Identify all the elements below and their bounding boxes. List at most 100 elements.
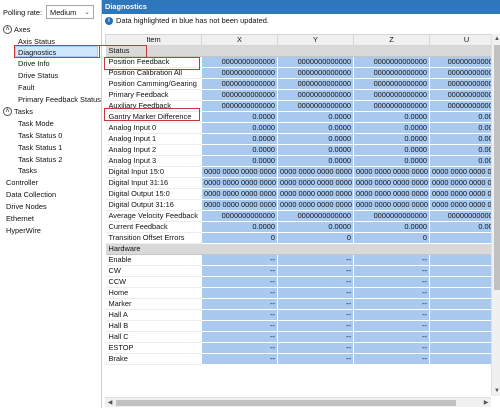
row-item-label: Gantry Marker Difference bbox=[105, 111, 202, 123]
polling-rate-select[interactable]: Medium ⌄ bbox=[46, 5, 95, 19]
table-row[interactable]: Hall C-------- bbox=[105, 331, 491, 343]
row-value-cell: -- bbox=[277, 254, 354, 266]
row-value-cell: 0000000000000 bbox=[429, 210, 491, 222]
table-row[interactable]: Primary Feedback 0000000000000 00000000000… bbox=[105, 89, 491, 101]
tree-item-task-status-0[interactable]: Task Status 0 bbox=[18, 130, 62, 141]
row-value-cell: -- bbox=[277, 320, 354, 332]
table-row[interactable]: Analog Input 00.00000.00000.00000.0000 bbox=[105, 122, 491, 134]
table-row[interactable]: Analog Input 20.00000.00000.00000.0000 bbox=[105, 144, 491, 156]
table-row[interactable]: Marker-------- bbox=[105, 298, 491, 310]
tree-item-ethernet[interactable]: Ethernet bbox=[6, 213, 34, 224]
horizontal-scroll-thumb[interactable] bbox=[116, 400, 456, 406]
scroll-left-icon[interactable]: ◀ bbox=[105, 398, 115, 408]
tree-item-task-status-1[interactable]: Task Status 1 bbox=[18, 142, 62, 153]
row-value-cell: 0.0000 bbox=[353, 133, 430, 145]
diagnostics-grid[interactable]: Item X Y Z U Status Position Feedback 00000000… bbox=[105, 34, 491, 396]
vertical-scrollbar[interactable]: ▲ ▼ bbox=[491, 34, 500, 396]
row-value-cell: -- bbox=[353, 254, 430, 266]
row-item-label: ESTOP bbox=[105, 342, 202, 354]
row-value-cell: 0.0000 bbox=[201, 111, 278, 123]
table-row[interactable]: Position Calibration All 0000000000000 000… bbox=[105, 67, 491, 79]
tree-item-controller[interactable]: Controller bbox=[6, 177, 38, 188]
tree-item-task-status-2[interactable]: Task Status 2 bbox=[18, 154, 62, 165]
table-row[interactable]: Current Feedback0.00000.00000.00000.0000 bbox=[105, 221, 491, 233]
row-value-cell: -- bbox=[353, 342, 430, 354]
row-value-cell: 0.0000 bbox=[277, 122, 354, 134]
table-row[interactable]: Home-------- bbox=[105, 287, 491, 299]
row-value-cell: 0000000000000 bbox=[277, 67, 354, 79]
tree-item-fault[interactable]: Fault bbox=[18, 82, 34, 93]
table-row[interactable]: Digital Input 15:0 0000 0000 0000 0000 000… bbox=[105, 166, 491, 178]
table-row[interactable]: CW-------- bbox=[105, 265, 491, 277]
table-body: Status Position Feedback 0000000000000 0000… bbox=[105, 45, 491, 365]
table-row[interactable]: Enable-------- bbox=[105, 254, 491, 266]
row-value-cell: 0000000000000 bbox=[201, 89, 278, 101]
table-row[interactable]: Hall B-------- bbox=[105, 320, 491, 332]
row-item-label: CCW bbox=[105, 276, 202, 288]
row-value-cell: 0000000000000 bbox=[429, 56, 491, 68]
row-value-cell: -- bbox=[201, 287, 278, 299]
scroll-up-icon[interactable]: ▲ bbox=[492, 34, 500, 44]
table-row[interactable]: Digital Output 15:0 0000 0000 0000 0000 00… bbox=[105, 188, 491, 200]
collapse-icon[interactable]: ˄ bbox=[3, 106, 12, 116]
tree-item-drive-status[interactable]: Drive Status bbox=[18, 70, 58, 81]
row-value-cell: 0.0000 bbox=[429, 133, 491, 145]
row-value-cell: 0000000000000 bbox=[429, 67, 491, 79]
row-value-cell: -- bbox=[201, 353, 278, 365]
row-value-cell: 0000000000000 bbox=[277, 89, 354, 101]
scroll-down-icon[interactable]: ▼ bbox=[492, 386, 500, 396]
table-row[interactable]: Position Feedback 0000000000000 0000000000… bbox=[105, 56, 491, 68]
table-row[interactable]: Digital Output 31:16 0000 0000 0000 0000 0… bbox=[105, 199, 491, 211]
table-row[interactable]: Digital Input 31:16 0000 0000 0000 0000 00… bbox=[105, 177, 491, 189]
tree-category-axes[interactable]: ˄ Axes bbox=[3, 24, 30, 35]
vertical-scroll-thumb[interactable] bbox=[494, 45, 500, 290]
row-item-label: Analog Input 0 bbox=[105, 122, 202, 134]
table-row[interactable]: Analog Input 30.00000.00000.00000.0000 bbox=[105, 155, 491, 167]
row-value-cell: 0.0000 bbox=[277, 111, 354, 123]
tree-item-task-mode[interactable]: Task Mode bbox=[18, 118, 54, 129]
tree-item-diagnostics[interactable]: Diagnostics bbox=[15, 46, 98, 57]
table-row[interactable]: Average Velocity Feedback 0000000000000 00… bbox=[105, 210, 491, 222]
navigation-panel: Polling rate: Medium ⌄ ˄ Axes Axis Status… bbox=[0, 0, 101, 408]
tree-item-data-collection[interactable]: Data Collection bbox=[6, 189, 56, 200]
column-header-axis[interactable]: Z bbox=[353, 34, 430, 46]
tree-item-tasks[interactable]: Tasks bbox=[18, 165, 37, 176]
row-value-cell: -- bbox=[429, 309, 491, 321]
row-value-cell: -- bbox=[277, 265, 354, 277]
table-row[interactable]: Gantry Marker Difference 0.0000 0.0000 0.00… bbox=[105, 111, 491, 123]
row-value-cell: 0000 0000 0000 0000 bbox=[429, 188, 491, 200]
tree-category-tasks[interactable]: ˄ Tasks bbox=[3, 106, 33, 117]
table-row[interactable]: ESTOP-------- bbox=[105, 342, 491, 354]
table-row[interactable]: Hall A-------- bbox=[105, 309, 491, 321]
row-value-cell: 0000000000000 bbox=[353, 78, 430, 90]
row-value-cell: 0.0000 bbox=[429, 111, 491, 123]
tree-item-hyperwire[interactable]: HyperWire bbox=[6, 225, 41, 236]
row-value-cell: 0.0000 bbox=[353, 144, 430, 156]
tree-item-drive-nodes[interactable]: Drive Nodes bbox=[6, 201, 47, 212]
section-header-row: Hardware bbox=[105, 243, 491, 255]
row-item-label: Average Velocity Feedback bbox=[105, 210, 202, 222]
tree-item-primary-feedback-status[interactable]: Primary Feedback Status bbox=[18, 94, 101, 105]
collapse-icon[interactable]: ˄ bbox=[3, 24, 12, 34]
row-item-label: Hall C bbox=[105, 331, 202, 343]
row-value-cell: 0000000000000 bbox=[429, 78, 491, 90]
row-value-cell: 0000 0000 0000 0000 bbox=[201, 188, 278, 200]
table-row[interactable]: Transition Offset Errors0000 bbox=[105, 232, 491, 244]
row-value-cell: 0000 0000 0000 0000 bbox=[353, 177, 430, 189]
column-header-axis[interactable]: U bbox=[429, 34, 491, 46]
table-row[interactable]: CCW-------- bbox=[105, 276, 491, 288]
table-row[interactable]: Analog Input 10.00000.00000.00000.0000 bbox=[105, 133, 491, 145]
row-item-label: Digital Output 31:16 bbox=[105, 199, 202, 211]
column-header-item[interactable]: Item bbox=[105, 34, 202, 46]
tree-item-drive-info[interactable]: Drive Info bbox=[18, 58, 50, 69]
row-item-label: Analog Input 3 bbox=[105, 155, 202, 167]
scroll-right-icon[interactable]: ▶ bbox=[481, 398, 491, 408]
row-item-label: Analog Input 1 bbox=[105, 133, 202, 145]
column-header-axis[interactable]: X bbox=[201, 34, 278, 46]
table-row[interactable]: Position Camming/Gearing 0000000000000 000… bbox=[105, 78, 491, 90]
column-header-axis[interactable]: Y bbox=[277, 34, 354, 46]
row-value-cell: 0.0000 bbox=[277, 155, 354, 167]
table-row[interactable]: Auxiliary Feedback 0000000000000 000000000… bbox=[105, 100, 491, 112]
table-row[interactable]: Brake-------- bbox=[105, 353, 491, 365]
horizontal-scrollbar[interactable]: ◀ ▶ bbox=[105, 397, 491, 407]
